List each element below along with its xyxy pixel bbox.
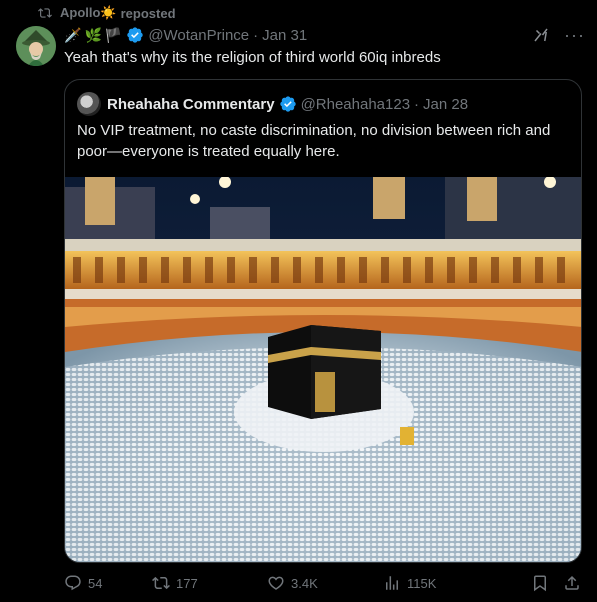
repost-button[interactable]: 177 — [152, 574, 267, 592]
share-icon[interactable] — [563, 574, 581, 592]
bookmark-icon[interactable] — [531, 574, 549, 592]
views-button[interactable]: 115K — [383, 574, 503, 592]
post-date[interactable]: Jan 31 — [262, 27, 307, 44]
author-avatar[interactable] — [16, 26, 56, 66]
reply-count: 54 — [88, 575, 103, 591]
verified-badge-icon[interactable] — [126, 26, 144, 44]
like-count: 3.4K — [291, 575, 318, 591]
quoted-post[interactable]: Rheahaha Commentary @Rheahaha123 · Jan 2… — [64, 79, 582, 563]
action-bar: 54 177 3.4K 115K — [64, 572, 581, 594]
quote-image[interactable] — [65, 177, 582, 563]
verified-badge-icon — [279, 96, 296, 112]
quote-date: Jan 28 — [423, 95, 469, 113]
action-bar-end — [531, 574, 581, 592]
post-text: Yeah that's why its the religion of thir… — [64, 49, 441, 66]
heart-icon — [268, 576, 284, 590]
quote-text: No VIP treatment, no caste discriminatio… — [77, 122, 551, 160]
header-actions: ··· — [532, 26, 585, 44]
reply-button[interactable]: 54 — [64, 574, 152, 592]
quote-author-handle: @Rheahaha123 — [300, 95, 411, 113]
view-count: 115K — [407, 575, 437, 591]
repost-icon — [152, 576, 170, 590]
author-name-emoji: 🌿 — [84, 26, 102, 43]
quote-avatar — [77, 92, 101, 116]
date-separator: · — [253, 26, 259, 44]
date-separator: · — [414, 95, 420, 113]
author-handle[interactable]: @WotanPrince — [148, 27, 249, 44]
author-name-emoji: 🏴 — [104, 26, 123, 43]
author-name-emoji: 🗡️ — [64, 26, 82, 43]
reply-icon — [65, 575, 81, 591]
like-button[interactable]: 3.4K — [267, 574, 383, 592]
quote-author-name: Rheahaha Commentary — [107, 95, 275, 113]
quote-header: Rheahaha Commentary @Rheahaha123 · Jan 2… — [77, 92, 468, 116]
more-icon[interactable]: ··· — [564, 26, 585, 44]
repost-icon — [38, 8, 52, 18]
repost-user[interactable]: Apollo☀️ — [60, 5, 117, 21]
repost-indicator[interactable]: Apollo☀️ reposted — [38, 4, 176, 22]
views-icon — [386, 576, 398, 590]
author-name[interactable]: 🗡️ 🌿 🏴 — [64, 27, 122, 44]
repost-label: reposted — [120, 5, 176, 21]
post-header: 🗡️ 🌿 🏴 @WotanPrince · Jan 31 ··· — [64, 25, 585, 45]
grok-icon[interactable] — [532, 26, 550, 44]
repost-count: 177 — [176, 575, 198, 591]
